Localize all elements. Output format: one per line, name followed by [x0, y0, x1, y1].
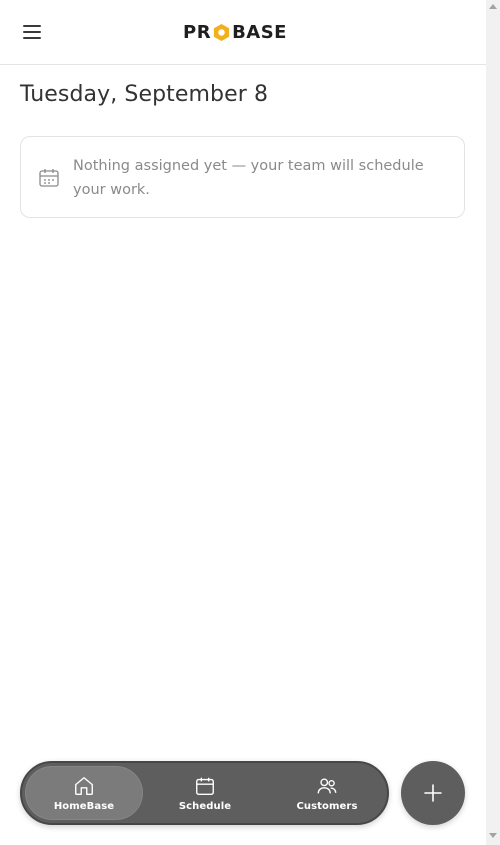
scroll-up-arrow[interactable]	[489, 4, 497, 9]
calendar-icon	[196, 777, 214, 795]
page-title: Tuesday, September 8	[20, 82, 269, 107]
plus-icon	[424, 784, 442, 802]
nav-schedule[interactable]: Schedule	[146, 766, 264, 820]
home-icon	[75, 776, 93, 795]
nav-homebase-label: HomeBase	[53, 800, 115, 812]
logo-text-left: PR	[183, 21, 212, 43]
nav-customers[interactable]: Customers	[268, 766, 386, 820]
scroll-down-arrow[interactable]	[489, 833, 497, 838]
users-icon	[317, 777, 337, 793]
hamburger-icon-line	[23, 25, 41, 27]
hamburger-icon-line	[23, 37, 41, 39]
empty-assignments-card: Nothing assigned yet — your team will sc…	[20, 136, 465, 218]
hamburger-icon-line	[23, 31, 41, 33]
nav-schedule-label: Schedule	[178, 800, 232, 812]
bottom-navigation: HomeBase Schedule Customers	[20, 761, 389, 825]
menu-button[interactable]	[20, 22, 44, 42]
empty-state-message: Nothing assigned yet — your team will sc…	[73, 158, 424, 198]
vertical-scrollbar[interactable]	[486, 0, 500, 845]
top-header: PR BASE	[0, 0, 486, 65]
hexagon-nut-icon	[213, 23, 230, 41]
probase-logo: PR BASE	[183, 20, 287, 44]
nav-customers-label: Customers	[296, 800, 358, 812]
add-button[interactable]	[401, 761, 465, 825]
logo-text-right: BASE	[232, 21, 287, 43]
nav-homebase[interactable]: HomeBase	[25, 766, 143, 820]
calendar-icon	[39, 169, 59, 187]
app-window: PR BASE Tuesday, September 8 Nothing ass…	[0, 0, 486, 845]
